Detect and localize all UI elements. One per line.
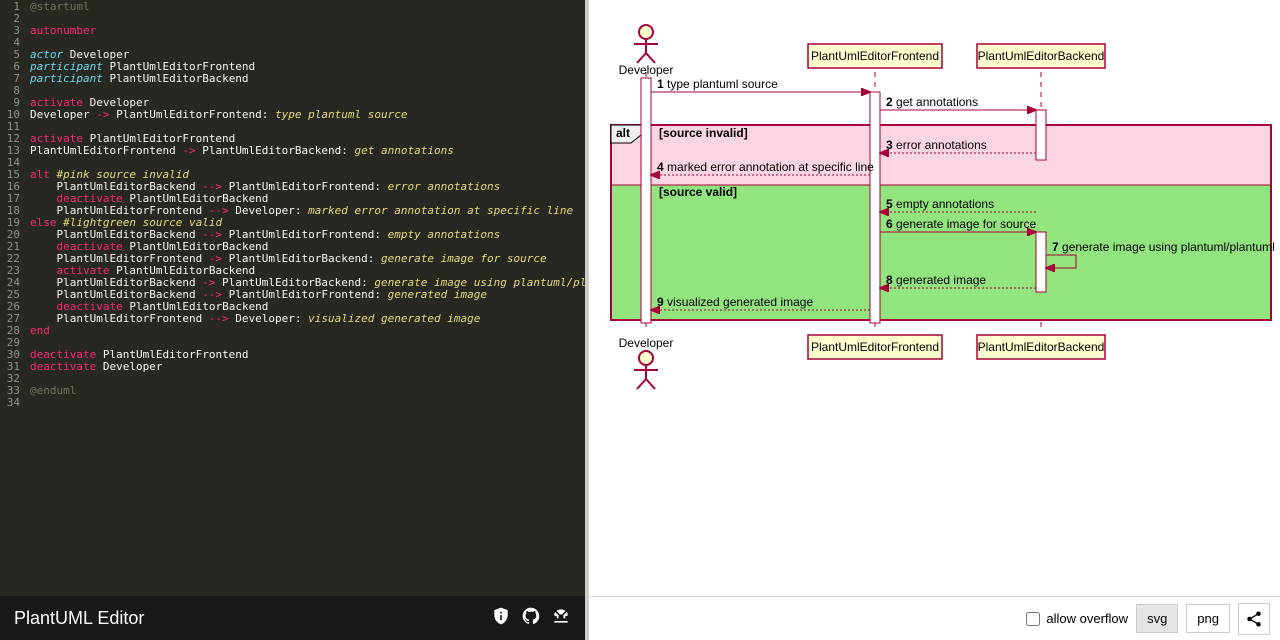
editor-footer: PlantUML Editor [0, 596, 585, 640]
svg-text:[source invalid]: [source invalid] [659, 126, 748, 140]
svg-text:6 generate image for source: 6 generate image for source [886, 217, 1036, 231]
svg-text:9 visualized generated image: 9 visualized generated image [657, 295, 813, 309]
code-editor[interactable]: 1@startuml23autonumber45actor Developer6… [0, 0, 585, 596]
editor-pane: 1@startuml23autonumber45actor Developer6… [0, 0, 585, 640]
actor-developer-bottom: Developer [619, 336, 674, 389]
allow-overflow-input[interactable] [1026, 612, 1040, 626]
svg-text:Developer: Developer [619, 336, 674, 350]
svg-text:PlantUmlEditorBackend: PlantUmlEditorBackend [978, 340, 1105, 354]
svg-text:PlantUmlEditorBackend: PlantUmlEditorBackend [978, 49, 1105, 63]
actor-developer-top: Developer [619, 25, 674, 77]
share-button[interactable] [1238, 603, 1270, 635]
svg-text:8 generated image: 8 generated image [886, 273, 986, 287]
app-title: PlantUML Editor [14, 608, 144, 629]
svg-text:5 empty annotations: 5 empty annotations [886, 197, 994, 211]
preview-footer: allow overflow svg png [589, 596, 1280, 640]
svg-text:alt: alt [616, 126, 630, 140]
svg-text:2 get annotations: 2 get annotations [886, 95, 978, 109]
svg-text:7 generate image using plantum: 7 generate image using plantuml/plantuml [1052, 240, 1275, 254]
github-icon[interactable] [521, 606, 541, 631]
svg-text:PlantUmlEditorFrontend: PlantUmlEditorFrontend [811, 340, 939, 354]
preview-pane: alt [source invalid] [source valid] Deve… [585, 0, 1280, 640]
svg-text:Developer: Developer [619, 63, 674, 77]
svg-text:4 marked error annotation at s: 4 marked error annotation at specific li… [657, 160, 874, 174]
svg-button[interactable]: svg [1136, 604, 1178, 633]
support-icon[interactable] [551, 606, 571, 631]
info-icon[interactable] [491, 606, 511, 631]
svg-text:1 type plantuml source: 1 type plantuml source [657, 77, 778, 91]
svg-text:[source valid]: [source valid] [659, 185, 737, 199]
share-icon [1245, 610, 1263, 628]
allow-overflow-checkbox[interactable]: allow overflow [1026, 611, 1128, 626]
svg-text:3 error annotations: 3 error annotations [886, 138, 987, 152]
png-button[interactable]: png [1186, 604, 1230, 633]
diagram-view[interactable]: alt [source invalid] [source valid] Deve… [589, 0, 1280, 596]
svg-text:PlantUmlEditorFrontend: PlantUmlEditorFrontend [811, 49, 939, 63]
